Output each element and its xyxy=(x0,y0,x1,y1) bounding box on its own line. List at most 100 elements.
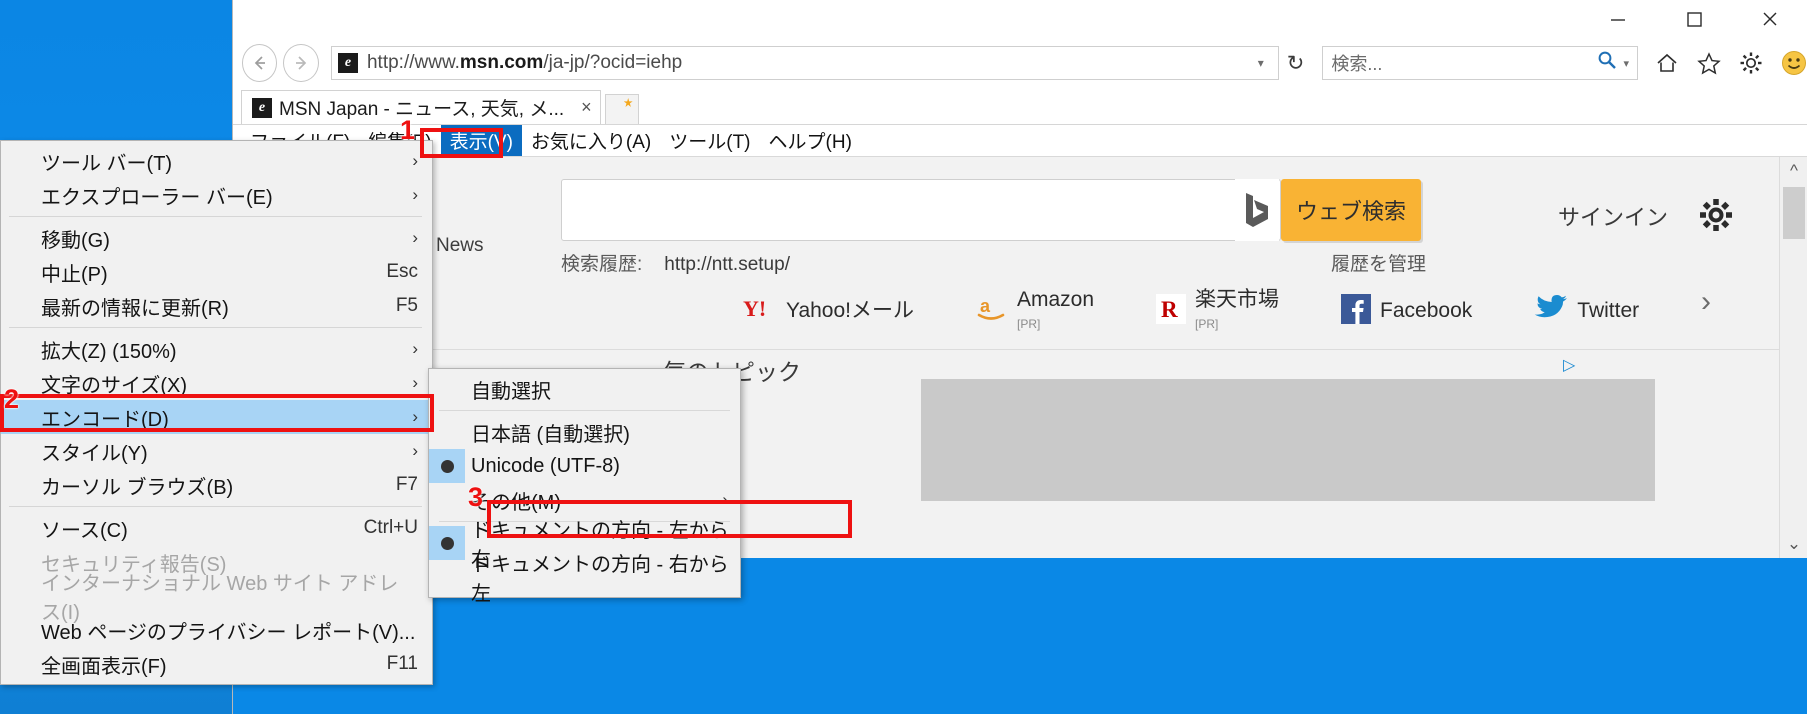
view-item-full-screen[interactable]: 全画面表示(F) F11 xyxy=(1,647,432,681)
radio-indicator xyxy=(429,560,465,594)
facebook-icon xyxy=(1341,293,1372,329)
menu-favorites[interactable]: お気に入り(A) xyxy=(522,125,660,156)
chevron-right-icon[interactable]: › xyxy=(1701,285,1711,319)
encoding-item-label: 日本語 (自動選択) xyxy=(471,423,630,446)
quicklink-facebook[interactable]: Facebook xyxy=(1341,293,1473,329)
view-item-accel: F5 xyxy=(395,295,418,316)
quicklink-label: Facebook xyxy=(1380,299,1473,323)
maximize-button[interactable] xyxy=(1656,0,1732,37)
view-item-label: 中止(P) xyxy=(41,263,108,286)
quicklink-pr: [PR] xyxy=(1017,317,1041,332)
url-domain: msn.com xyxy=(459,52,544,73)
quicklink-label: Twitter xyxy=(1577,299,1640,323)
vertical-scrollbar[interactable]: ^ ⌄ xyxy=(1779,157,1807,558)
view-item-label: 文字のサイズ(X) xyxy=(41,374,188,397)
back-button[interactable] xyxy=(242,44,278,82)
msn-search-input[interactable] xyxy=(561,179,1281,241)
encoding-item-auto-select[interactable]: 自動選択 xyxy=(429,372,740,406)
minimize-button[interactable] xyxy=(1580,0,1656,37)
gear-icon[interactable] xyxy=(1738,50,1764,76)
encoding-item-label: ドキュメントの方向 - 右から左 xyxy=(471,554,729,605)
view-item-explorer-bars[interactable]: エクスプローラー バー(E) › xyxy=(1,178,432,212)
radio-indicator-selected xyxy=(429,526,465,560)
svg-text:Y!: Y! xyxy=(743,296,766,321)
url-prefix: http://www. xyxy=(366,52,460,73)
view-item-zoom[interactable]: 拡大(Z) (150%) › xyxy=(1,332,432,366)
view-item-label: 移動(G) xyxy=(41,229,110,252)
encoding-item-label: Unicode (UTF-8) xyxy=(471,454,620,477)
ie-favicon-icon: e xyxy=(337,53,358,73)
encoding-item-japanese-auto[interactable]: 日本語 (自動選択) xyxy=(429,415,740,449)
encoding-item-label: 自動選択 xyxy=(471,380,551,403)
radio-indicator xyxy=(429,372,465,406)
manage-history-link[interactable]: 履歴を管理 xyxy=(1331,249,1426,276)
search-history-value[interactable]: http://ntt.setup/ xyxy=(664,254,790,276)
new-tab-button[interactable] xyxy=(604,94,639,124)
forward-button[interactable] xyxy=(283,44,319,82)
view-item-accel: Ctrl+U xyxy=(363,517,418,538)
chevron-right-icon: › xyxy=(412,441,418,460)
close-button[interactable] xyxy=(1732,0,1807,37)
page-settings-gear-icon[interactable] xyxy=(1696,195,1736,240)
view-item-label: エンコード(D) xyxy=(41,408,169,431)
smiley-icon[interactable] xyxy=(1780,49,1807,77)
view-item-label: ツール バー(T) xyxy=(41,152,173,175)
view-item-label: エクスプローラー バー(E) xyxy=(41,186,273,209)
scrollbar-thumb[interactable] xyxy=(1783,187,1805,239)
view-item-label: 全画面表示(F) xyxy=(41,655,167,678)
quicklink-amazon[interactable]: a Amazon [PR] xyxy=(976,288,1094,333)
view-item-go-to[interactable]: 移動(G) › xyxy=(1,221,432,255)
menu-tools[interactable]: ツール(T) xyxy=(660,125,759,156)
chevron-right-icon: › xyxy=(412,339,418,358)
scroll-up-icon[interactable]: ^ xyxy=(1780,157,1807,185)
view-item-webpage-privacy-report[interactable]: Web ページのプライバシー レポート(V)... xyxy=(1,613,432,647)
ad-marker-icon: ▷ xyxy=(1563,357,1576,374)
address-bar-row: e http://www.msn.com/ja-jp/?ocid=iehp ▾ … xyxy=(233,37,1807,89)
view-item-refresh[interactable]: 最新の情報に更新(R) F5 xyxy=(1,289,432,323)
quicklink-yahoo[interactable]: Y! Yahoo!メール xyxy=(743,295,914,328)
view-item-toolbars[interactable]: ツール バー(T) › xyxy=(1,144,432,178)
tab-msn-japan[interactable]: e MSN Japan - ニュース, 天気, メ... × xyxy=(241,90,601,124)
menu-bar: ファイル(F) 編集(E) 表示(V) お気に入り(A) ツール(T) ヘルプ(… xyxy=(233,125,1807,157)
quicklink-label: 楽天市場 xyxy=(1195,288,1280,311)
chevron-right-icon: › xyxy=(412,407,418,426)
tab-favicon-icon: e xyxy=(252,97,272,118)
favorites-star-icon[interactable] xyxy=(1696,50,1722,76)
refresh-button[interactable]: ↻ xyxy=(1279,51,1313,76)
view-item-style[interactable]: スタイル(Y) › xyxy=(1,434,432,468)
view-item-label: 拡大(Z) (150%) xyxy=(41,340,177,363)
radio-indicator-selected xyxy=(429,449,465,483)
url-input[interactable]: e http://www.msn.com/ja-jp/?ocid=iehp ▾ xyxy=(330,46,1279,80)
sign-in-link[interactable]: サインイン xyxy=(1558,200,1668,232)
menu-view[interactable]: 表示(V) xyxy=(440,125,522,156)
view-item-encoding[interactable]: エンコード(D) › xyxy=(1,400,432,434)
search-dropdown-icon[interactable]: ▾ xyxy=(1623,57,1629,70)
browser-search-input[interactable]: 検索... ▾ xyxy=(1322,46,1638,80)
view-item-text-size[interactable]: 文字のサイズ(X) › xyxy=(1,366,432,400)
view-item-source[interactable]: ソース(C) Ctrl+U xyxy=(1,511,432,545)
scroll-down-icon[interactable]: ⌄ xyxy=(1780,530,1807,558)
view-item-caret-browsing[interactable]: カーソル ブラウズ(B) F7 xyxy=(1,468,432,502)
encoding-item-direction-rtl[interactable]: ドキュメントの方向 - 右から左 xyxy=(429,554,740,605)
menu-separator xyxy=(9,216,422,217)
tab-title: MSN Japan - ニュース, 天気, メ... xyxy=(279,99,565,120)
amazon-icon: a xyxy=(976,294,1008,329)
url-suffix: /ja-jp/?ocid=iehp xyxy=(543,52,683,73)
menu-help[interactable]: ヘルプ(H) xyxy=(760,125,861,156)
view-item-label: ソース(C) xyxy=(41,519,128,542)
url-dropdown-icon[interactable]: ▾ xyxy=(1250,56,1272,70)
encoding-item-unicode-utf8[interactable]: Unicode (UTF-8) xyxy=(429,449,740,483)
menu-separator xyxy=(439,410,730,411)
tab-close-icon[interactable]: × xyxy=(581,97,592,118)
search-history-label: 検索履歴: xyxy=(561,254,643,275)
screen: e http://www.msn.com/ja-jp/?ocid=iehp ▾ … xyxy=(0,0,1807,714)
news-label[interactable]: News xyxy=(436,235,484,257)
url-text: http://www.msn.com/ja-jp/?ocid=iehp xyxy=(367,52,682,74)
quicklink-rakuten[interactable]: R 楽天市場 [PR] xyxy=(1156,288,1280,333)
view-item-stop[interactable]: 中止(P) Esc xyxy=(1,255,432,289)
quicklink-twitter[interactable]: Twitter xyxy=(1534,294,1639,329)
home-icon[interactable] xyxy=(1654,50,1680,76)
web-search-button[interactable]: ウェブ検索 xyxy=(1281,179,1421,241)
view-item-label: スタイル(Y) xyxy=(41,442,148,465)
search-icon[interactable] xyxy=(1596,49,1618,77)
